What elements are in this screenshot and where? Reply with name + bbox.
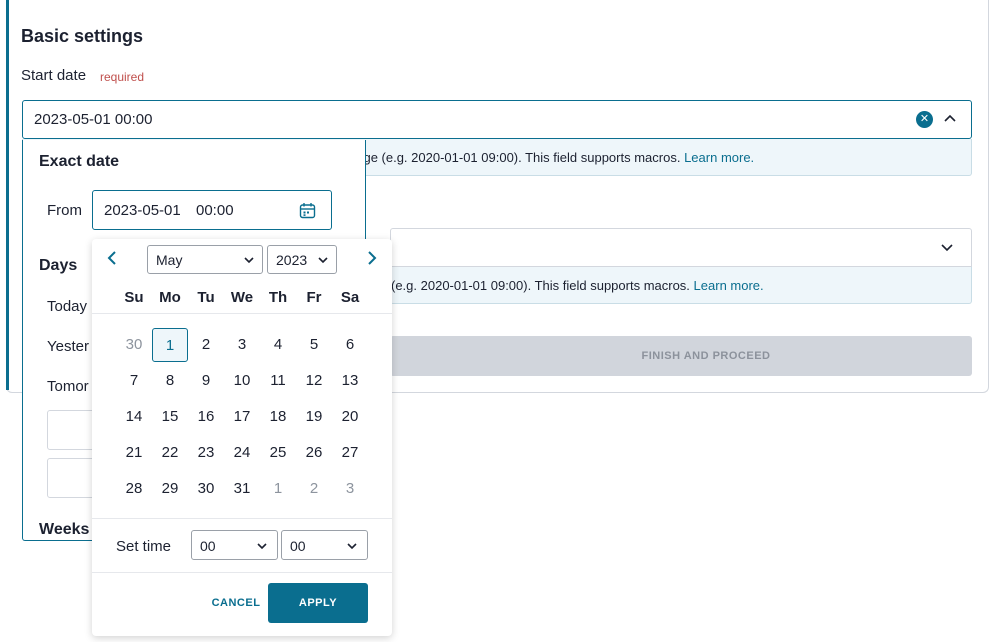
weekday-header: Su (124, 289, 144, 306)
calendar-day[interactable]: 21 (116, 436, 152, 470)
calendar-day[interactable]: 20 (332, 400, 368, 434)
calendar-popup: May 2023 Su Mo Tu We Th Fr Sa 30 1 2 3 4 5 6 7 8 9 10 11 1… (92, 239, 392, 636)
learn-more-link-2[interactable]: Learn more. (694, 278, 764, 293)
calendar-icon[interactable] (299, 202, 316, 219)
weekday-header: We (230, 289, 254, 306)
weeks-title: Weeks (39, 521, 90, 538)
weekday-header: Fr (306, 289, 322, 306)
calendar-day[interactable]: 17 (224, 400, 260, 434)
calendar-day[interactable]: 10 (224, 364, 260, 398)
weekday-header: Th (268, 289, 288, 306)
year-value: 2023 (276, 252, 308, 268)
divider (92, 572, 392, 573)
calendar-day[interactable]: 30 (116, 328, 152, 362)
calendar-day[interactable]: 19 (296, 400, 332, 434)
chevron-down-icon (257, 543, 267, 550)
calendar-day[interactable]: 28 (116, 472, 152, 506)
calendar-day[interactable]: 15 (152, 400, 188, 434)
calendar-day[interactable]: 26 (296, 436, 332, 470)
calendar-day[interactable]: 2 (296, 472, 332, 506)
calendar-day[interactable]: 2 (188, 328, 224, 362)
minute-value: 00 (290, 538, 306, 554)
calendar-day[interactable]: 16 (188, 400, 224, 434)
calendar-day[interactable]: 5 (296, 328, 332, 362)
divider (92, 313, 392, 314)
from-label: From (47, 202, 82, 219)
calendar-day[interactable]: 24 (224, 436, 260, 470)
end-date-help: (e.g. 2020-01-01 09:00). This field supp… (390, 267, 972, 304)
weekday-header: Sa (340, 289, 360, 306)
days-title: Days (39, 257, 78, 274)
card-accent-bar (6, 0, 9, 390)
calendar-day[interactable]: 7 (116, 364, 152, 398)
option-tomorrow[interactable]: Tomor (47, 378, 89, 395)
chevron-right-icon[interactable] (364, 249, 380, 267)
minute-select[interactable]: 00 (281, 530, 368, 560)
month-select[interactable]: May (147, 245, 263, 274)
calendar-day-selected[interactable]: 1 (152, 328, 188, 362)
start-date-value: 2023-05-01 00:00 (34, 111, 153, 128)
end-date-input[interactable] (390, 228, 972, 267)
calendar-day[interactable]: 6 (332, 328, 368, 362)
calendar-day[interactable]: 30 (188, 472, 224, 506)
hour-select[interactable]: 00 (191, 530, 278, 560)
calendar-day[interactable]: 1 (260, 472, 296, 506)
start-date-help-text: ange (e.g. 2020-01-01 09:00). This field… (349, 150, 681, 165)
divider (92, 518, 392, 519)
calendar-day[interactable]: 18 (260, 400, 296, 434)
apply-button[interactable]: APPLY (268, 583, 368, 623)
calendar-day[interactable]: 22 (152, 436, 188, 470)
chevron-down-icon[interactable] (939, 239, 955, 255)
from-time-value: 00:00 (196, 202, 234, 219)
exact-date-title: Exact date (39, 153, 120, 170)
calendar-day[interactable]: 3 (332, 472, 368, 506)
calendar-day[interactable]: 12 (296, 364, 332, 398)
calendar-day[interactable]: 4 (260, 328, 296, 362)
chevron-up-icon[interactable] (941, 110, 959, 128)
month-value: May (156, 252, 183, 268)
option-yesterday[interactable]: Yester (47, 338, 89, 355)
chevron-down-icon (244, 257, 254, 264)
calendar-day[interactable]: 27 (332, 436, 368, 470)
calendar-day[interactable]: 11 (260, 364, 296, 398)
clear-icon[interactable]: ✕ (916, 111, 933, 128)
calendar-day[interactable]: 8 (152, 364, 188, 398)
weekday-header: Mo (159, 289, 181, 306)
start-date-input[interactable]: 2023-05-01 00:00 ✕ (22, 100, 972, 139)
calendar-day[interactable]: 23 (188, 436, 224, 470)
finish-and-proceed-button[interactable]: FINISH AND PROCEED (390, 336, 972, 376)
weekday-header: Tu (197, 289, 215, 306)
learn-more-link[interactable]: Learn more. (684, 150, 754, 165)
year-select[interactable]: 2023 (267, 245, 337, 274)
chevron-left-icon[interactable] (104, 249, 120, 267)
from-date-input[interactable]: 2023-05-01 00:00 (92, 190, 332, 230)
start-date-label: Start date (21, 67, 87, 84)
calendar-day[interactable]: 13 (332, 364, 368, 398)
cancel-button[interactable]: CANCEL (204, 583, 268, 623)
chevron-down-icon (347, 543, 357, 550)
required-indicator: required (100, 70, 145, 84)
hour-value: 00 (200, 538, 216, 554)
from-date-value: 2023-05-01 (104, 202, 181, 219)
end-date-help-text: (e.g. 2020-01-01 09:00). This field supp… (391, 278, 690, 293)
calendar-day[interactable]: 25 (260, 436, 296, 470)
chevron-down-icon (318, 257, 328, 264)
set-time-label: Set time (116, 538, 172, 555)
calendar-day[interactable]: 31 (224, 472, 260, 506)
calendar-day[interactable]: 9 (188, 364, 224, 398)
calendar-day[interactable]: 14 (116, 400, 152, 434)
section-title: Basic settings (21, 26, 144, 46)
calendar-day[interactable]: 3 (224, 328, 260, 362)
option-today[interactable]: Today (47, 298, 87, 315)
calendar-day[interactable]: 29 (152, 472, 188, 506)
